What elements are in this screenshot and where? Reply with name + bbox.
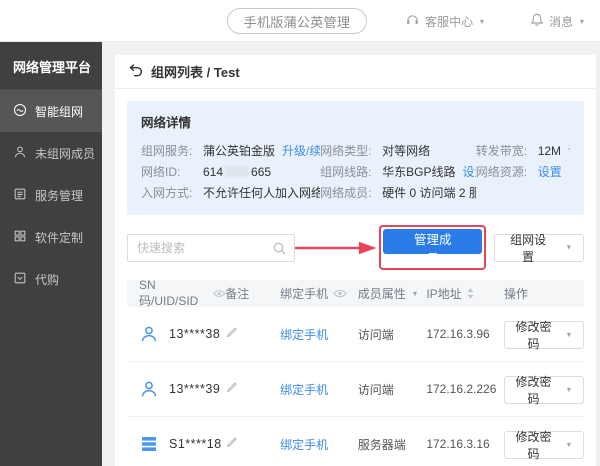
edit-note-icon[interactable] — [225, 381, 238, 394]
upgrade-renew-link[interactable]: 升级/续费 — [282, 142, 320, 159]
col-header-role: 成员属性 — [358, 285, 406, 302]
details-title: 网络详情 — [141, 112, 570, 131]
annotation-arrow — [295, 241, 376, 255]
sidebar-nav: 网络管理平台 智能组网 未组网成员 服务管理 — [0, 42, 102, 466]
bind-phone-link[interactable]: 绑定手机 — [280, 438, 328, 452]
chevron-down-icon: ▼ — [565, 243, 572, 251]
sidebar-item-smart-networking[interactable]: 智能组网 — [0, 90, 102, 132]
chevron-down-icon: ▼ — [565, 440, 572, 448]
field-network-members: 网络成员: 硬件 0 访问端 2 服务器端 2 — [320, 182, 476, 203]
col-header-bind: 绑定手机 — [280, 285, 328, 302]
smart-network-icon — [13, 103, 27, 120]
chevron-down-icon: ▼ — [578, 17, 585, 25]
line-settings-link[interactable]: 设置 — [462, 163, 475, 180]
search-input[interactable] — [127, 234, 295, 262]
col-header-sn: SN码/UID/SID — [139, 278, 208, 309]
field-network-line: 组网线路: 华东BGP线路 设置 — [320, 161, 476, 182]
client-member-icon — [139, 379, 159, 399]
server-member-icon — [139, 434, 159, 454]
member-role: 服务器端 — [358, 438, 406, 452]
member-ip: 172.16.3.16 — [426, 437, 489, 451]
box-icon — [13, 271, 27, 288]
support-center-label: 客服中心 — [425, 13, 473, 30]
field-join-mode: 入网方式: 不允许任何人加入网络 设置 — [141, 182, 320, 203]
field-network-resources: 网络资源: 设置 — [476, 161, 570, 182]
bandwidth-settings-link[interactable]: 设置 — [568, 142, 570, 159]
sidebar-item-purchasing[interactable]: 代购 — [0, 258, 102, 300]
client-member-icon — [139, 324, 159, 344]
sidebar-item-label: 软件定制 — [35, 229, 83, 246]
chevron-down-icon: ▼ — [479, 17, 486, 25]
field-network-service: 组网服务: 蒲公英铂金版 升级/续费 — [141, 140, 320, 161]
mobile-manage-button[interactable]: 手机版蒲公英管理 — [227, 8, 368, 34]
member-sn: 13****38 — [169, 327, 220, 341]
bell-icon — [530, 12, 544, 30]
manage-members-button[interactable]: 管理成员 — [383, 229, 482, 254]
member-role: 访问端 — [358, 383, 394, 397]
eye-icon[interactable] — [333, 289, 347, 298]
table-header-row: SN码/UID/SID 备注 绑定手机 成员属性 ▼ I — [127, 280, 584, 307]
col-header-note: 备注 — [225, 285, 249, 302]
table-row: 13****39 绑定手机 访问端 172.16.2.226 修改密码▼ — [127, 362, 584, 417]
chevron-down-icon: ▼ — [565, 330, 572, 338]
support-center-menu[interactable]: 客服中心 ▼ — [405, 13, 486, 30]
sidebar-item-software-customization[interactable]: 软件定制 — [0, 216, 102, 258]
messages-label: 消息 — [549, 13, 573, 30]
member-role: 访问端 — [358, 328, 394, 342]
breadcrumb: 组网列表 / Test — [115, 55, 596, 89]
table-row: S1****18 绑定手机 服务器端 172.16.3.16 修改密码▼ — [127, 417, 584, 466]
change-password-dropdown[interactable]: 修改密码▼ — [504, 431, 584, 459]
bind-phone-link[interactable]: 绑定手机 — [280, 383, 328, 397]
toolbar: 管理成员 组网设置 ▼ — [127, 225, 584, 270]
search-icon — [273, 242, 286, 255]
field-forward-bandwidth: 转发带宽: 12M 设置 — [476, 140, 570, 161]
bind-phone-link[interactable]: 绑定手机 — [280, 328, 328, 342]
sidebar-title: 网络管理平台 — [0, 42, 102, 90]
headset-icon — [405, 13, 420, 30]
member-sn: 13****39 — [169, 382, 220, 396]
edit-note-icon[interactable] — [225, 326, 238, 339]
change-password-dropdown[interactable]: 修改密码▼ — [504, 376, 584, 404]
member-ip: 172.16.2.226 — [426, 382, 496, 396]
filter-caret-icon[interactable]: ▼ — [411, 289, 418, 297]
chevron-down-icon: ▼ — [565, 385, 572, 393]
edit-note-icon[interactable] — [225, 436, 238, 449]
sort-icon[interactable] — [467, 288, 474, 299]
resources-settings-link[interactable]: 设置 — [538, 163, 562, 180]
member-ip: 172.16.3.96 — [426, 327, 489, 341]
members-table: SN码/UID/SID 备注 绑定手机 成员属性 ▼ I — [127, 280, 584, 466]
sidebar-item-unnetworked-members[interactable]: 未组网成员 — [0, 132, 102, 174]
eye-icon[interactable] — [213, 289, 226, 298]
member-sn: S1****18 — [169, 437, 222, 451]
network-settings-dropdown[interactable]: 组网设置 ▼ — [494, 234, 584, 262]
table-row: 13****38 绑定手机 访问端 172.16.3.96 修改密码▼ — [127, 307, 584, 362]
col-header-ip: IP地址 — [426, 285, 461, 302]
sidebar-item-label: 未组网成员 — [35, 145, 95, 162]
field-network-type: 网络类型: 对等网络 — [320, 140, 476, 161]
annotation-highlight-box: 管理成员 — [379, 225, 486, 270]
sidebar-item-label: 智能组网 — [35, 103, 83, 120]
redacted-id-segment — [225, 166, 249, 177]
network-details-panel: 网络详情 组网服务: 蒲公英铂金版 升级/续费 网络ID: 614 665 入网… — [127, 101, 584, 215]
messages-menu[interactable]: 消息 ▼ — [530, 12, 586, 30]
breadcrumb-separator: / — [207, 65, 211, 80]
person-icon — [13, 145, 27, 162]
sidebar-item-label: 服务管理 — [35, 187, 83, 204]
sidebar-item-label: 代购 — [35, 271, 59, 288]
col-header-action: 操作 — [504, 285, 528, 302]
change-password-dropdown[interactable]: 修改密码▼ — [504, 321, 584, 349]
breadcrumb-section[interactable]: 组网列表 — [151, 65, 203, 80]
document-icon — [13, 187, 27, 204]
breadcrumb-current: Test — [214, 65, 240, 80]
back-icon[interactable] — [128, 63, 143, 80]
main-content: 组网列表 / Test 网络详情 组网服务: 蒲公英铂金版 升级/续费 网络ID… — [102, 42, 600, 466]
top-header: 手机版蒲公英管理 客服中心 ▼ 消息 ▼ — [0, 0, 600, 42]
apps-grid-icon — [13, 229, 27, 246]
field-network-id: 网络ID: 614 665 — [141, 161, 320, 182]
sidebar-item-service-management[interactable]: 服务管理 — [0, 174, 102, 216]
